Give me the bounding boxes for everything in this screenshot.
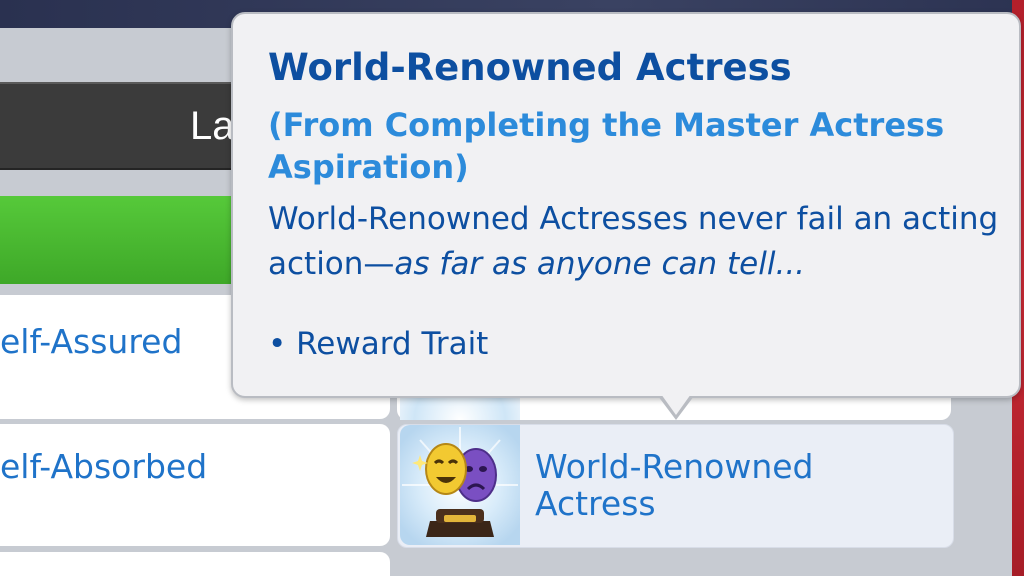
trait-label-self-assured: elf-Assured [0,322,183,361]
section-header-title: La [190,104,235,148]
tooltip-title: World-Renowned Actress [268,46,792,89]
tooltip-pointer-fill [661,394,691,415]
trait-label-world-renowned-actress: World-Renowned Actress [535,447,814,523]
trait-label-self-absorbed: elf-Absorbed [0,447,208,486]
tooltip-description: World-Renowned Actresses never fail an a… [268,197,1008,287]
tooltip-subtitle: (From Completing the Master Actress Aspi… [268,106,945,186]
tooltip-reward-trait-bullet: • Reward Trait [268,326,489,362]
trait-cell-partial[interactable] [0,552,390,576]
trait-icon-partial [400,395,520,420]
comedy-tragedy-masks-trophy-icon [400,425,520,545]
tooltip-description-italic: as far as anyone can tell... [394,246,806,282]
